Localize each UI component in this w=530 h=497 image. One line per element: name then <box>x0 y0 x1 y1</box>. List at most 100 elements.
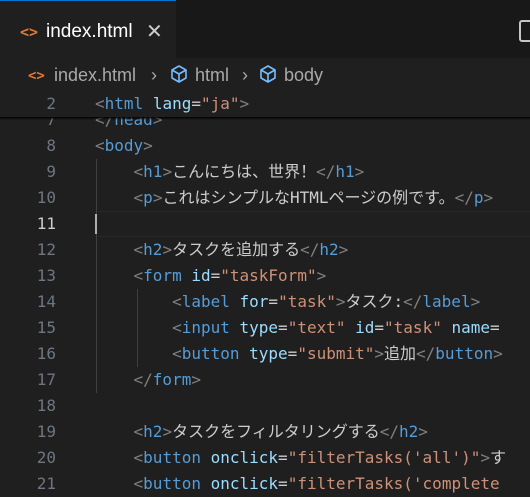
code-token: button <box>435 344 494 363</box>
close-icon[interactable]: ✕ <box>146 19 163 43</box>
code-line[interactable]: 20 <button onclick="filterTasks('all')">… <box>0 445 530 471</box>
code-token: </ <box>379 422 400 441</box>
code-token: > <box>493 344 503 363</box>
breadcrumb-item-html[interactable]: html <box>195 65 229 86</box>
code-token: = <box>374 318 385 337</box>
tab-index-html[interactable]: <> index.html ✕ <box>0 0 176 58</box>
code-token: type <box>249 344 288 363</box>
code-token: = <box>278 474 288 493</box>
chevron-right-icon: › <box>151 65 157 85</box>
code-token: > <box>191 370 201 389</box>
code-token: onclick <box>210 448 279 467</box>
code-token: = <box>210 266 221 285</box>
code-line[interactable]: 9 <h1>こんにちは、世界！</h1> <box>0 159 530 185</box>
code-text: <h2>タスクをフィルタリングする</h2> <box>95 419 428 445</box>
code-token: </ <box>133 370 153 389</box>
html-file-icon: <> <box>28 68 45 84</box>
breadcrumb-item-body[interactable]: body <box>284 65 323 86</box>
code-line[interactable]: 10 <p>これはシンプルなHTMLページの例です。</p> <box>0 185 530 211</box>
code-token: </ <box>454 188 474 207</box>
code-token: > <box>162 162 173 181</box>
sticky-scroll-line[interactable]: 2 <html lang="ja"> <box>0 91 530 117</box>
line-number: 12 <box>36 240 56 259</box>
code-token: "task" <box>278 292 336 311</box>
sticky-scroll-shadow <box>0 117 530 120</box>
code-token: < <box>95 136 105 155</box>
chevron-right-icon: › <box>242 65 248 85</box>
code-line[interactable]: 17 </form> <box>0 367 530 393</box>
code-token: > <box>480 448 490 467</box>
tab-bar: <> index.html ✕ <box>0 0 530 58</box>
code-token: これはシンプルなHTMLページの例です。 <box>162 188 455 207</box>
code-token: = <box>278 448 288 467</box>
line-number: 20 <box>36 448 56 467</box>
code-line[interactable]: 13 <form id="taskForm"> <box>0 263 530 289</box>
line-number: 18 <box>36 396 56 415</box>
code-token: < <box>133 240 144 259</box>
code-token: > <box>470 292 481 311</box>
code-token: > <box>152 188 163 207</box>
code-line[interactable]: 15 <input type="text" id="task" name= <box>0 315 530 341</box>
code-token: < <box>172 318 182 337</box>
line-number: 16 <box>36 344 56 363</box>
code-text: <html lang="ja"> <box>95 91 249 117</box>
split-editor-icon[interactable] <box>519 20 530 42</box>
code-text: <body> <box>95 133 153 159</box>
code-token: body <box>104 136 144 155</box>
code-token: す <box>489 448 506 467</box>
line-number: 8 <box>46 136 56 155</box>
code-text: <input type="text" id="task" name= <box>95 315 500 341</box>
code-line[interactable]: 21 <button onclick="filterTasks('complet… <box>0 471 530 497</box>
line-number: 17 <box>36 370 56 389</box>
code-token: > <box>338 240 349 259</box>
code-token: p <box>143 188 153 207</box>
code-line[interactable]: 16 <button type="submit">追加</button> <box>0 341 530 367</box>
code-line[interactable]: 18 <box>0 393 530 419</box>
code-token: こんにちは、世界！ <box>172 162 317 181</box>
code-token: > <box>374 344 385 363</box>
code-line[interactable]: 12 <h2>タスクを追加する</h2> <box>0 237 530 263</box>
code-token: > <box>162 422 173 441</box>
code-token: < <box>133 188 144 207</box>
code-token: > <box>143 136 153 155</box>
code-token: タスクをフィルタリングする <box>172 422 380 441</box>
code-line[interactable]: 11 <box>0 211 530 237</box>
code-token: > <box>239 94 250 113</box>
code-line[interactable]: 19 <h2>タスクをフィルタリングする</h2> <box>0 419 530 445</box>
breadcrumb-file[interactable]: index.html <box>54 65 136 86</box>
code-token: < <box>133 162 144 181</box>
code-token: </ <box>316 162 336 181</box>
code-token: h1 <box>143 162 163 181</box>
code-token: button <box>143 448 201 467</box>
symbol-element-icon <box>260 65 276 83</box>
symbol-element-icon <box>171 65 187 83</box>
code-token: type <box>239 318 279 337</box>
code-text: <button onclick="filterTasks('all')">す <box>95 445 506 471</box>
code-line[interactable]: 14 <label for="task">タスク:</label> <box>0 289 530 315</box>
code-text: <p>これはシンプルなHTMLページの例です。</p> <box>95 185 494 211</box>
code-token: input <box>181 318 230 337</box>
code-token: = <box>490 318 500 337</box>
code-line[interactable]: 8 <body> <box>0 133 530 159</box>
code-token: id <box>355 318 375 337</box>
code-token: "taskForm" <box>220 266 317 285</box>
code-token: = <box>287 344 298 363</box>
line-number: 11 <box>36 214 56 233</box>
code-token: タスクを追加する <box>172 240 301 259</box>
text-cursor <box>95 214 97 234</box>
code-token: h2 <box>399 422 419 441</box>
line-number: 9 <box>46 162 56 181</box>
code-token: > <box>335 292 346 311</box>
code-token: < <box>172 344 182 363</box>
code-token: lang <box>152 94 192 113</box>
code-token: id <box>191 266 211 285</box>
code-token: </ <box>416 344 436 363</box>
